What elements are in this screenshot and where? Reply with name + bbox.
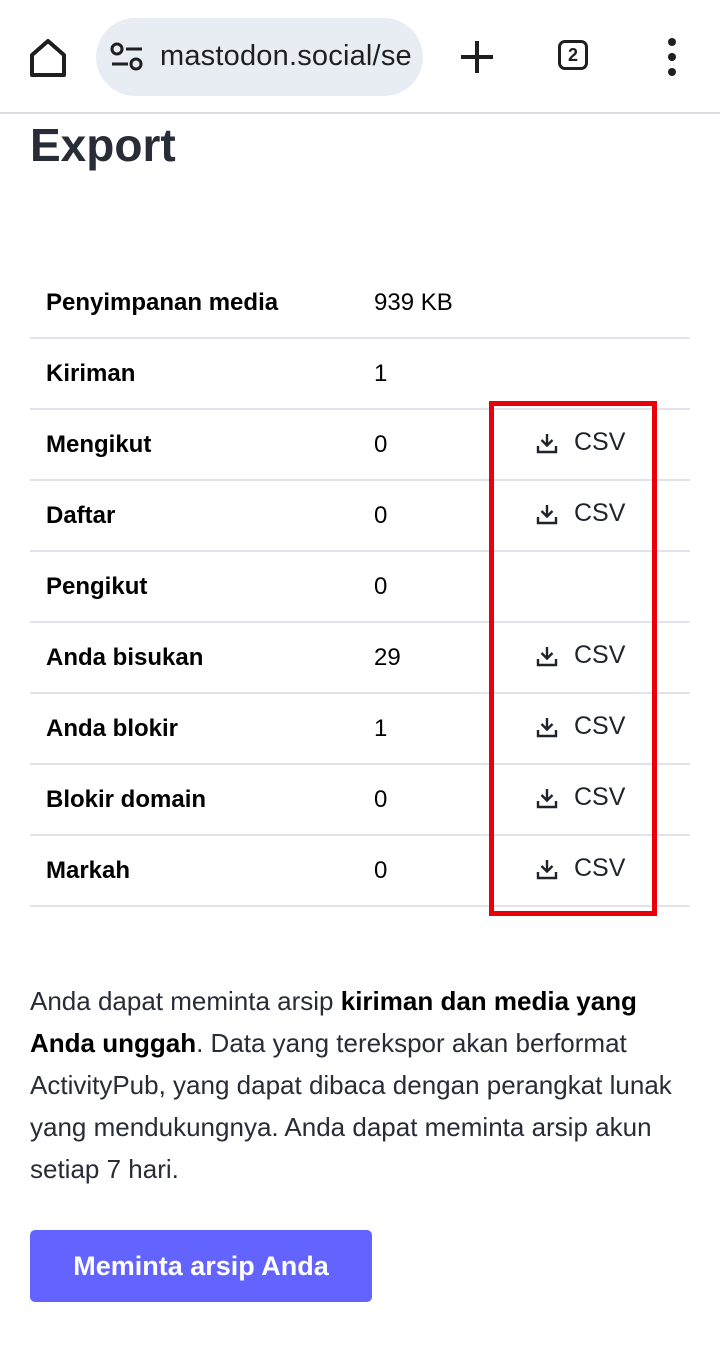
page-title: Export [30, 119, 176, 171]
tab-switcher-button[interactable]: 2 [558, 40, 588, 70]
table-row: Markah 0 CSV [30, 835, 690, 907]
row-action: CSV [508, 693, 690, 765]
row-label: Penyimpanan media [30, 268, 374, 339]
row-value: 1 [374, 338, 508, 410]
download-icon [536, 433, 558, 453]
tune-icon[interactable] [110, 42, 144, 72]
table-row: Daftar 0 CSV [30, 480, 690, 552]
download-icon [536, 717, 558, 737]
row-action: CSV [508, 409, 690, 481]
export-stats-table: Penyimpanan media 939 KB Kiriman 1 Mengikut 0… [30, 268, 690, 907]
table-row: Anda blokir 1 CSV [30, 693, 690, 765]
home-icon[interactable] [24, 34, 72, 82]
csv-label: CSV [574, 712, 626, 741]
table-row: Pengikut 0 [30, 551, 690, 623]
table-row: Penyimpanan media 939 KB [30, 268, 690, 339]
row-action [508, 268, 690, 339]
row-value: 0 [374, 480, 508, 552]
csv-label: CSV [574, 499, 626, 528]
url-text[interactable]: mastodon.social/se [160, 40, 412, 73]
row-label: Anda blokir [30, 693, 374, 765]
row-label: Pengikut [30, 551, 374, 623]
row-action [508, 551, 690, 623]
csv-download-link[interactable]: CSV [508, 428, 625, 457]
row-label: Mengikut [30, 409, 374, 481]
row-action: CSV [508, 764, 690, 836]
download-icon [536, 504, 558, 524]
plus-icon[interactable] [455, 35, 499, 79]
download-icon [536, 788, 558, 808]
download-icon [536, 859, 558, 879]
row-action [508, 338, 690, 410]
csv-label: CSV [574, 641, 626, 670]
csv-download-link[interactable]: CSV [508, 783, 625, 812]
csv-label: CSV [574, 783, 626, 812]
download-icon [536, 646, 558, 666]
browser-toolbar: mastodon.social/se 2 [0, 0, 720, 114]
row-action: CSV [508, 835, 690, 907]
address-bar[interactable]: mastodon.social/se [96, 18, 423, 96]
csv-download-link[interactable]: CSV [508, 641, 625, 670]
row-value: 29 [374, 622, 508, 694]
row-label: Blokir domain [30, 764, 374, 836]
row-label: Anda bisukan [30, 622, 374, 694]
csv-download-link[interactable]: CSV [508, 854, 625, 883]
row-label: Kiriman [30, 338, 374, 410]
request-archive-button[interactable]: Meminta arsip Anda [30, 1230, 372, 1302]
table-row: Kiriman 1 [30, 338, 690, 410]
row-action: CSV [508, 622, 690, 694]
row-value: 939 KB [374, 268, 508, 339]
table-row: Blokir domain 0 CSV [30, 764, 690, 836]
more-vert-icon[interactable] [660, 38, 684, 78]
row-value: 0 [374, 764, 508, 836]
row-value: 0 [374, 409, 508, 481]
table-row: Mengikut 0 CSV [30, 409, 690, 481]
row-value: 1 [374, 693, 508, 765]
csv-download-link[interactable]: CSV [508, 499, 625, 528]
row-label: Markah [30, 835, 374, 907]
csv-label: CSV [574, 854, 626, 883]
csv-label: CSV [574, 428, 626, 457]
description-text-1: Anda dapat meminta arsip [30, 986, 341, 1016]
csv-download-link[interactable]: CSV [508, 712, 625, 741]
row-action: CSV [508, 480, 690, 552]
row-value: 0 [374, 835, 508, 907]
row-label: Daftar [30, 480, 374, 552]
table-row: Anda bisukan 29 CSV [30, 622, 690, 694]
row-value: 0 [374, 551, 508, 623]
archive-description: Anda dapat meminta arsip kiriman dan med… [30, 980, 680, 1190]
